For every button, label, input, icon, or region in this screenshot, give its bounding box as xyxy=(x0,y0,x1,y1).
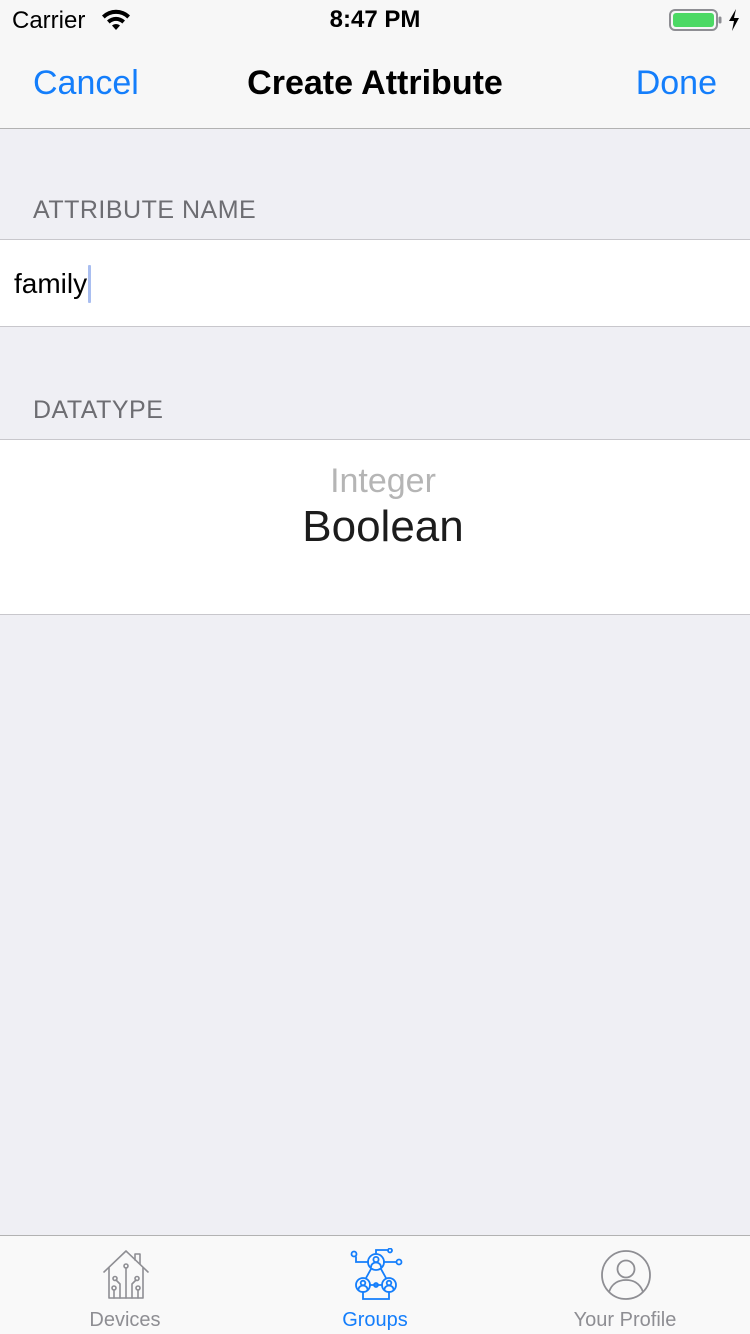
charging-bolt-icon xyxy=(729,9,739,31)
cancel-button[interactable]: Cancel xyxy=(33,64,139,103)
tab-devices[interactable]: Devices xyxy=(0,1236,250,1334)
text-cursor xyxy=(88,265,92,303)
tab-label-your-profile: Your Profile xyxy=(573,1309,677,1331)
groups-network-icon xyxy=(350,1248,403,1300)
home-circuit-icon xyxy=(103,1250,149,1299)
picker-option-selected[interactable]: Boolean xyxy=(0,502,750,552)
navigation-bar: Cancel Create Attribute Done xyxy=(0,40,750,129)
profile-icon xyxy=(601,1250,651,1300)
attribute-name-field[interactable]: family xyxy=(14,265,92,303)
battery-icon xyxy=(669,9,722,31)
tab-label-groups: Groups xyxy=(342,1309,408,1331)
status-bar: Carrier 8:47 PM xyxy=(0,0,750,40)
done-button[interactable]: Done xyxy=(636,64,717,103)
tab-your-profile[interactable]: Your Profile xyxy=(500,1236,750,1334)
datatype-header: DATATYPE xyxy=(33,396,164,424)
status-time: 8:47 PM xyxy=(329,6,421,33)
tab-label-devices: Devices xyxy=(89,1309,161,1331)
datatype-picker[interactable]: Integer Boolean xyxy=(0,439,750,615)
tab-groups[interactable]: Groups xyxy=(250,1236,500,1334)
attribute-name-cell[interactable]: family xyxy=(0,239,750,327)
picker-option-integer[interactable]: Integer xyxy=(0,462,750,501)
attribute-name-header: ATTRIBUTE NAME xyxy=(33,196,257,224)
attribute-name-value: family xyxy=(14,268,88,299)
tab-bar: Devices Groups Your Profile xyxy=(0,1235,750,1334)
